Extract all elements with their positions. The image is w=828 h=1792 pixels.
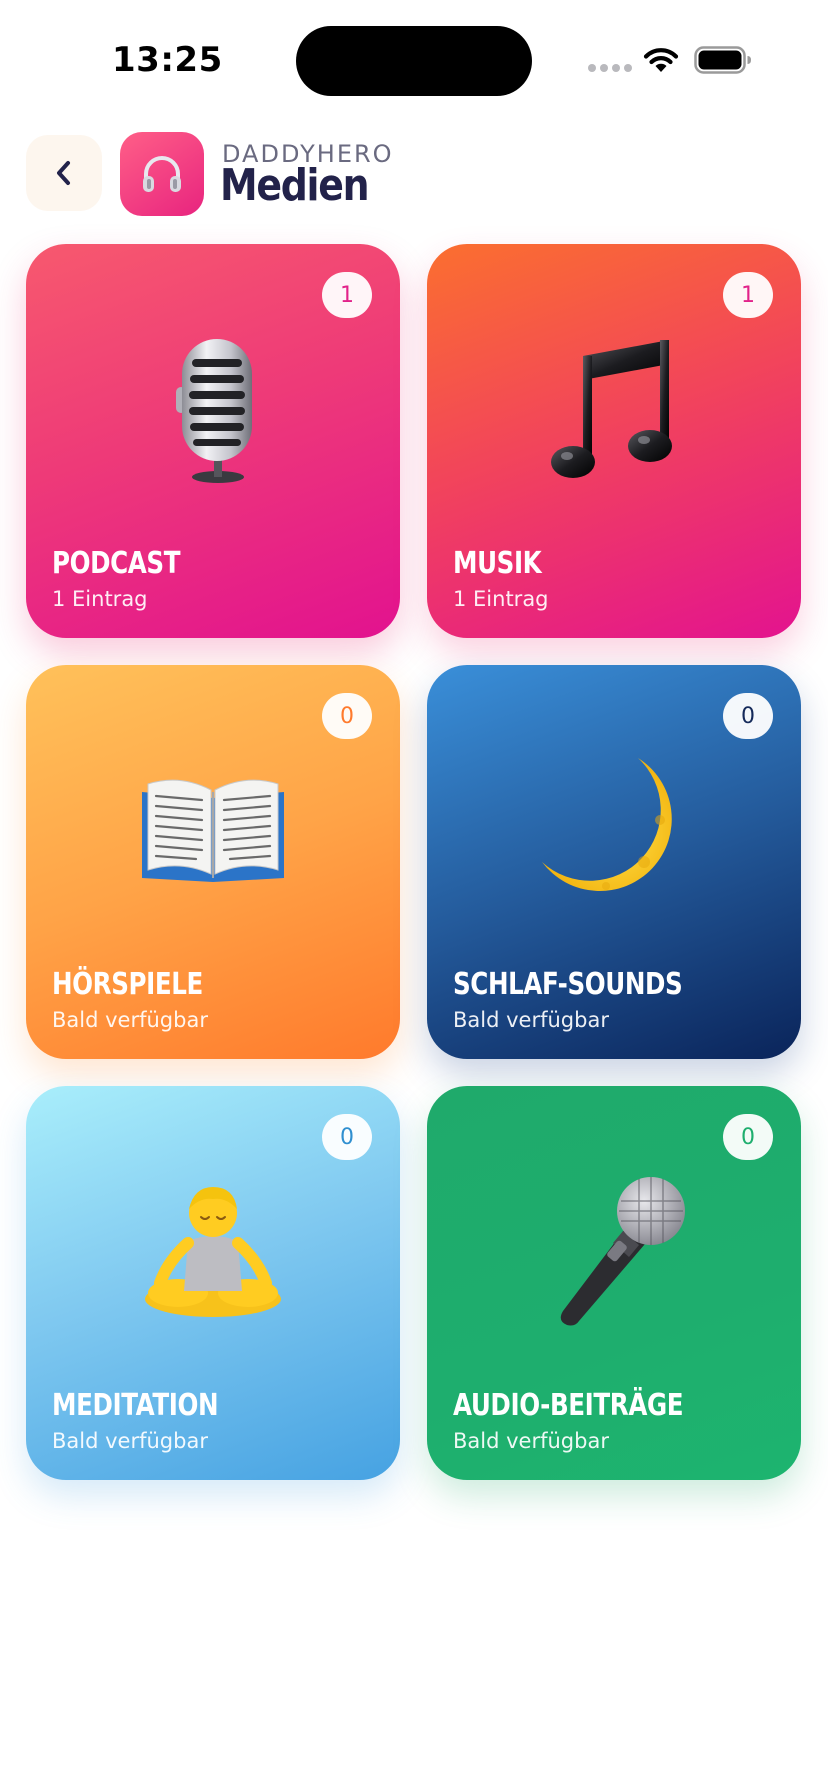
open-book-icon <box>26 735 400 925</box>
card-subtitle: Bald verfügbar <box>453 1008 609 1032</box>
person-meditating-icon <box>26 1156 400 1346</box>
page-title: Medien <box>220 160 370 211</box>
back-button[interactable] <box>26 135 102 211</box>
headphones-icon <box>143 156 181 192</box>
handheld-microphone-icon <box>427 1156 801 1346</box>
card-subtitle: Bald verfügbar <box>52 1429 208 1453</box>
category-card-hoerspiele[interactable]: 0 HÖRSPIELE Bald verfügbar <box>26 665 400 1059</box>
card-subtitle: Bald verfügbar <box>52 1008 208 1032</box>
header: DADDYHERO Medien <box>0 130 828 220</box>
card-title: MEDITATION <box>52 1388 219 1423</box>
card-title: HÖRSPIELE <box>52 967 203 1002</box>
crescent-moon-icon <box>427 735 801 925</box>
count-badge: 0 <box>322 693 372 739</box>
status-time: 13:25 <box>112 40 223 80</box>
card-title: PODCAST <box>52 546 181 581</box>
card-title: SCHLAF-SOUNDS <box>453 967 683 1002</box>
count-badge: 0 <box>322 1114 372 1160</box>
dynamic-island <box>296 26 532 96</box>
music-notes-icon <box>427 314 801 504</box>
category-card-schlaf-sounds[interactable]: 0 SCHLAF-SOUNDS Bald verfügbar <box>427 665 801 1059</box>
count-badge: 1 <box>322 272 372 318</box>
wifi-icon <box>643 48 679 72</box>
category-card-meditation[interactable]: 0 MEDITATION Bald verfügbar <box>26 1086 400 1480</box>
card-title: MUSIK <box>453 546 542 581</box>
status-bar: 13:25 <box>0 0 828 120</box>
chevron-left-icon <box>57 161 70 185</box>
app-icon <box>120 132 204 216</box>
category-card-podcast[interactable]: 1 PODCAST 1 Eintrag <box>26 244 400 638</box>
category-card-musik[interactable]: 1 MUSIK 1 Eintrag <box>427 244 801 638</box>
card-subtitle: Bald verfügbar <box>453 1429 609 1453</box>
battery-icon <box>694 46 751 74</box>
count-badge: 0 <box>723 1114 773 1160</box>
count-badge: 0 <box>723 693 773 739</box>
category-card-audio-beitraege[interactable]: 0 AUDIO-BEITRÄGE Bald verfügbar <box>427 1086 801 1480</box>
studio-microphone-icon <box>26 314 400 504</box>
card-title: AUDIO-BEITRÄGE <box>453 1388 684 1423</box>
count-badge: 1 <box>723 272 773 318</box>
card-subtitle: 1 Eintrag <box>453 587 549 611</box>
media-screen: 13:25 DADDYHERO Medien 1 PODCAST 1 Eintr… <box>0 0 828 1792</box>
cellular-signal-icon <box>588 64 632 74</box>
card-subtitle: 1 Eintrag <box>52 587 148 611</box>
